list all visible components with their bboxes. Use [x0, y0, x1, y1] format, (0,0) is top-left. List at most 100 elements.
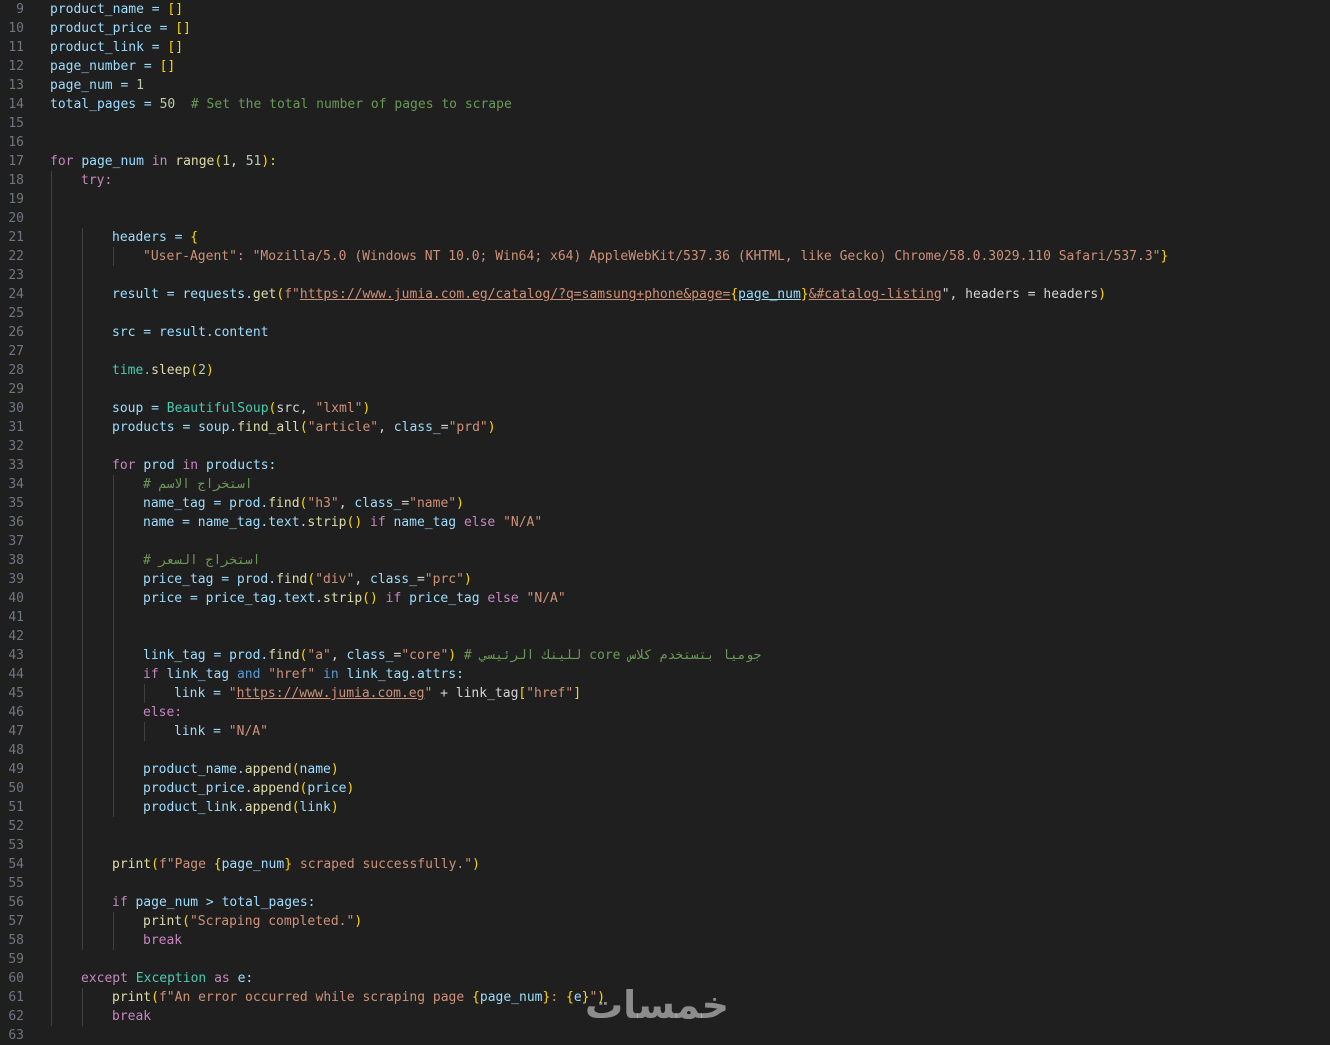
code-line[interactable]: 51 product_link.append(link): [0, 798, 1330, 817]
code-line[interactable]: 40 price = price_tag.text.strip() if pric…: [0, 589, 1330, 608]
code-line[interactable]: 45 link = "https://www.jumia.com.eg" + li…: [0, 684, 1330, 703]
code-token: ): [487, 420, 496, 435]
code-token: =: [440, 420, 449, 435]
line-number: 30: [8, 401, 24, 416]
code-line[interactable]: 9 product_name = []: [0, 0, 1330, 19]
code-line[interactable]: 42: [0, 627, 1330, 646]
code-token: f"An error occurred while scraping page: [158, 990, 473, 1005]
code-token: ,: [354, 572, 370, 587]
code-line[interactable]: 29: [0, 380, 1330, 399]
code-line[interactable]: 25: [0, 304, 1330, 323]
code-token: ,: [230, 154, 246, 169]
code-token: "core": [401, 648, 449, 663]
code-line[interactable]: 19: [0, 190, 1330, 209]
code-line[interactable]: 27: [0, 342, 1330, 361]
code-line[interactable]: 43 link_tag = prod.find("a", class_="core…: [0, 646, 1330, 665]
code-text: product_price.append(price): [143, 779, 354, 798]
code-token: (): [346, 515, 370, 530]
code-token: f": [284, 287, 300, 302]
code-token: in: [323, 667, 347, 682]
code-line[interactable]: 36 name = name_tag.text.strip() if name_t…: [0, 513, 1330, 532]
code-token: 50: [159, 97, 176, 112]
code-line[interactable]: 24 result = requests.get(f"https://www.ju…: [0, 285, 1330, 304]
code-token: # للينك الرئيسي core جوميا بتستخدم كلاس: [456, 648, 762, 663]
code-line[interactable]: 14 total_pages = 50 # Set the total numbe…: [0, 95, 1330, 114]
code-line[interactable]: 63: [0, 1026, 1330, 1045]
code-line[interactable]: 53: [0, 836, 1330, 855]
code-token: ): [346, 781, 355, 796]
code-text: for page_num in range(1, 51):: [50, 152, 277, 171]
line-number: 11: [8, 40, 24, 55]
line-number: 15: [8, 116, 24, 131]
code-line[interactable]: 52: [0, 817, 1330, 836]
code-token: requests.: [182, 287, 253, 302]
code-token: find: [268, 648, 300, 663]
code-line[interactable]: 48: [0, 741, 1330, 760]
code-line[interactable]: 54 print(f"Page {page_num} scraped succes…: [0, 855, 1330, 874]
code-token: "article": [307, 420, 379, 435]
code-line[interactable]: 57 print("Scraping completed."): [0, 912, 1330, 931]
code-token: https://www.jumia.com.eg: [236, 686, 425, 701]
code-token: src = result.content: [112, 325, 269, 340]
code-line[interactable]: 20: [0, 209, 1330, 228]
line-number: 58: [8, 933, 24, 948]
line-number: 43: [8, 648, 24, 663]
indent-guide: [82, 988, 83, 1026]
code-line[interactable]: 30 soup = BeautifulSoup(src, "lxml"): [0, 399, 1330, 418]
code-token: else: [463, 515, 504, 530]
code-line[interactable]: 18 try:: [0, 171, 1330, 190]
line-number: 44: [8, 667, 24, 682]
code-token: append: [252, 781, 300, 796]
code-line[interactable]: 49 product_name.append(name): [0, 760, 1330, 779]
code-token: e:: [237, 971, 254, 986]
code-line[interactable]: 17 for page_num in range(1, 51):: [0, 152, 1330, 171]
code-line[interactable]: 23: [0, 266, 1330, 285]
code-token: "href": [268, 667, 324, 682]
indent-guide: [51, 171, 52, 1026]
line-number: 29: [8, 382, 24, 397]
code-token: 1: [136, 78, 144, 93]
code-text: except Exception as e:: [81, 969, 253, 988]
code-line[interactable]: 28 time.sleep(2): [0, 361, 1330, 380]
code-line[interactable]: 50 product_price.append(price): [0, 779, 1330, 798]
code-token: {: [213, 857, 222, 872]
code-line[interactable]: 34 # استخراج الاسم: [0, 475, 1330, 494]
code-token: ): [463, 572, 472, 587]
code-token: product_name =: [50, 2, 168, 17]
code-line[interactable]: 38 # استخراج السعر: [0, 551, 1330, 570]
code-line[interactable]: 47 link = "N/A": [0, 722, 1330, 741]
code-line[interactable]: 11 product_link = []: [0, 38, 1330, 57]
code-text: product_price = []: [50, 19, 191, 38]
code-line[interactable]: 31 products = soup.find_all("article", cl…: [0, 418, 1330, 437]
code-line[interactable]: 13 page_num = 1: [0, 76, 1330, 95]
code-line[interactable]: 41: [0, 608, 1330, 627]
code-line[interactable]: 15: [0, 114, 1330, 133]
code-token: strip: [307, 515, 347, 530]
code-token: "href": [526, 686, 574, 701]
code-text: print(f"An error occurred while scraping…: [112, 988, 605, 1007]
code-text: page_num = 1: [50, 76, 144, 95]
code-line[interactable]: 21 headers = {: [0, 228, 1330, 247]
code-line[interactable]: 35 name_tag = prod.find("h3", class_="nam…: [0, 494, 1330, 513]
code-line[interactable]: 59: [0, 950, 1330, 969]
code-token: 51: [245, 154, 262, 169]
code-line[interactable]: 12 page_number = []: [0, 57, 1330, 76]
code-line[interactable]: 22 "User-Agent": "Mozilla/5.0 (Windows NT…: [0, 247, 1330, 266]
code-line[interactable]: 55: [0, 874, 1330, 893]
code-line[interactable]: 33 for prod in products:: [0, 456, 1330, 475]
code-text: name = name_tag.text.strip() if name_tag…: [143, 513, 542, 532]
code-line[interactable]: 58 break: [0, 931, 1330, 950]
code-line[interactable]: 32: [0, 437, 1330, 456]
code-line[interactable]: 37: [0, 532, 1330, 551]
code-editor[interactable]: 9 product_name = [] 10 product_price = [] 11…: [0, 0, 1330, 1043]
code-line[interactable]: 10 product_price = []: [0, 19, 1330, 38]
code-line[interactable]: 46 else:: [0, 703, 1330, 722]
code-token: []: [167, 40, 184, 55]
code-line[interactable]: 56 if page_num > total_pages:: [0, 893, 1330, 912]
code-text: product_link = []: [50, 38, 183, 57]
code-line[interactable]: 16: [0, 133, 1330, 152]
code-line[interactable]: 26 src = result.content: [0, 323, 1330, 342]
code-line[interactable]: 44 if link_tag and "href" in link_tag.att…: [0, 665, 1330, 684]
code-line[interactable]: 39 price_tag = prod.find("div", class_="p…: [0, 570, 1330, 589]
line-number: 37: [8, 534, 24, 549]
